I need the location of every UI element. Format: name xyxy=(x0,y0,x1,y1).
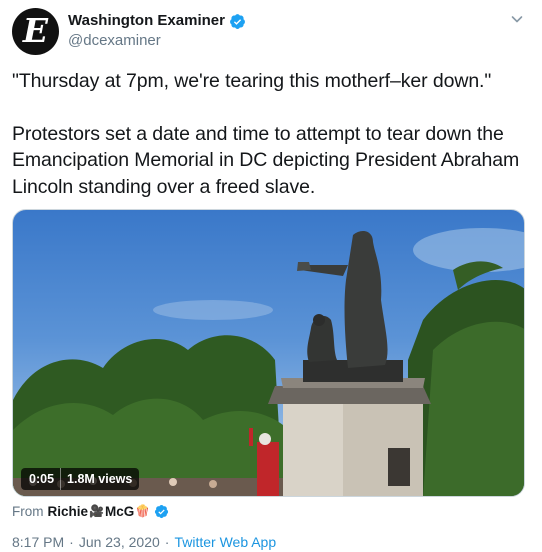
popcorn-emoji-icon: 🍿 xyxy=(135,504,151,518)
video-meta-badge: 0:05 1.8M views xyxy=(21,468,140,490)
footer-separator: · xyxy=(69,534,74,550)
display-name-row: Washington Examiner xyxy=(68,12,246,30)
author-block[interactable]: Washington Examiner @dcexaminer xyxy=(68,12,246,51)
verified-badge-icon xyxy=(230,13,245,29)
video-views: 1.8M views xyxy=(67,472,133,486)
author-handle[interactable]: @dcexaminer xyxy=(68,31,246,51)
tweet-date[interactable]: Jun 23, 2020 xyxy=(79,534,160,550)
tweet-text: "Thursday at 7pm, we're tearing this mot… xyxy=(12,68,532,200)
tweet-footer: 8:17 PM · Jun 23, 2020 · Twitter Web App xyxy=(12,533,276,551)
video-attribution[interactable]: From Richie 🎥 McG 🍿 xyxy=(12,502,169,520)
tweet-client-link[interactable]: Twitter Web App xyxy=(174,534,276,550)
author-avatar[interactable]: E xyxy=(12,8,59,55)
camera-emoji-icon: 🎥 xyxy=(89,504,104,518)
video-thumbnail xyxy=(13,228,524,496)
footer-separator-2: · xyxy=(164,534,170,550)
caret-down-icon[interactable] xyxy=(510,12,524,26)
video-player[interactable]: 0:05 1.8M views xyxy=(12,209,525,497)
video-duration: 0:05 xyxy=(29,472,55,486)
author-display-name[interactable]: Washington Examiner xyxy=(68,12,225,30)
tweet-time[interactable]: 8:17 PM xyxy=(12,534,64,550)
attribution-source-name-2[interactable]: McG xyxy=(105,504,134,519)
tweet-card[interactable]: E Washington Examiner @dcexaminer "Thurs… xyxy=(0,0,542,552)
tweet-body: Protestors set a date and time to attemp… xyxy=(12,122,520,198)
verified-badge-icon xyxy=(155,504,169,518)
attribution-source-name[interactable]: Richie xyxy=(48,504,89,519)
avatar-logo: E xyxy=(22,11,49,50)
tweet-quote: "Thursday at 7pm, we're tearing this mot… xyxy=(12,70,492,92)
attribution-prefix: From xyxy=(12,503,44,519)
